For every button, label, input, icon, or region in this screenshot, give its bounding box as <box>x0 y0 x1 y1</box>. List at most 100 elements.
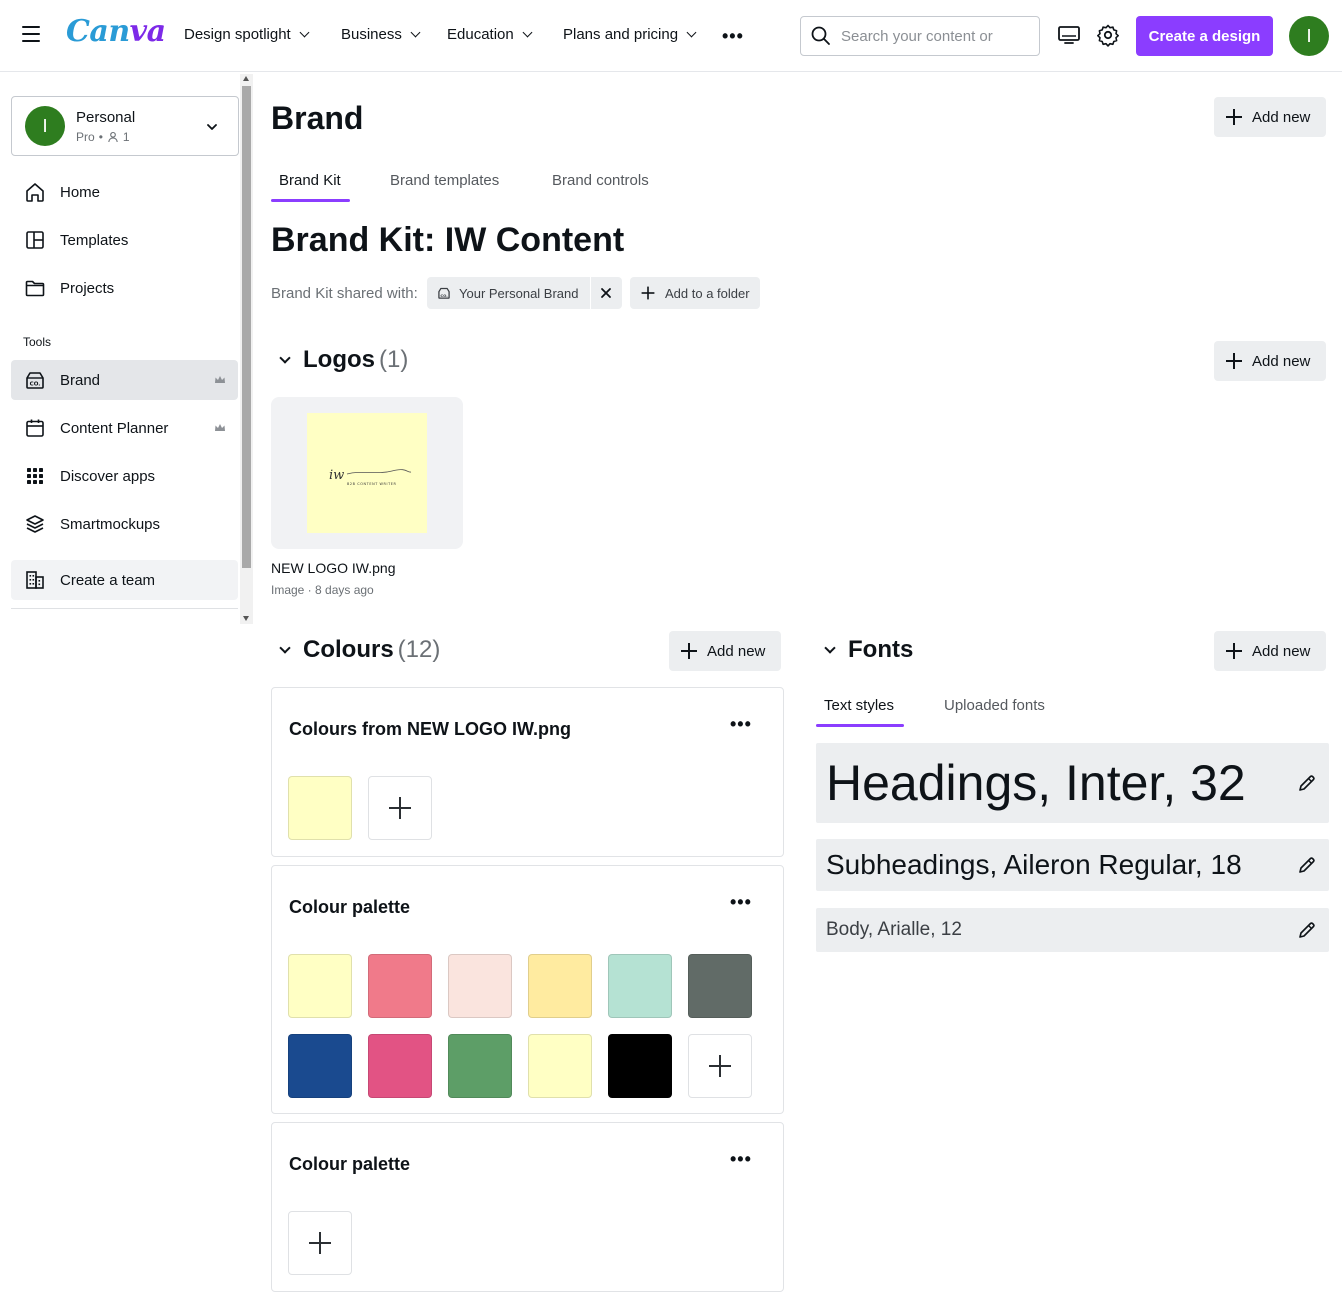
more-options-button[interactable]: ••• <box>730 1149 752 1170</box>
desktop-app-icon[interactable] <box>1056 22 1082 48</box>
chevron-down-icon <box>686 27 697 38</box>
color-swatch[interactable] <box>528 954 592 1018</box>
color-swatch[interactable] <box>448 1034 512 1098</box>
close-icon[interactable] <box>600 287 612 299</box>
shared-with-label: Brand Kit shared with: <box>271 285 418 302</box>
scroll-up-arrow-icon[interactable] <box>243 76 249 81</box>
sidebar-item-label: Content Planner <box>60 419 169 437</box>
team-avatar: I <box>25 106 65 146</box>
nav-business[interactable]: Business <box>341 26 421 43</box>
tab-brand-kit[interactable]: Brand Kit <box>279 172 341 189</box>
sidebar-item-brand[interactable]: CO. Brand <box>11 360 238 400</box>
chevron-down-icon <box>410 27 421 38</box>
sidebar-item-label: Discover apps <box>60 467 156 485</box>
add-to-folder-button[interactable]: Add to a folder <box>630 277 760 309</box>
settings-gear-icon[interactable] <box>1095 22 1121 48</box>
sidebar-item-home[interactable]: Home <box>11 172 238 212</box>
color-swatch[interactable] <box>608 1034 672 1098</box>
color-swatch[interactable] <box>288 1034 352 1098</box>
pencil-icon[interactable] <box>1297 920 1317 940</box>
sidebar-item-content-planner[interactable]: Content Planner <box>11 408 238 448</box>
tab-brand-templates[interactable]: Brand templates <box>390 172 499 189</box>
tab-uploaded-fonts[interactable]: Uploaded fonts <box>944 697 1045 714</box>
pencil-icon[interactable] <box>1297 855 1317 875</box>
logos-section-toggle[interactable]: Logos (1) <box>279 346 408 374</box>
crown-icon <box>215 424 225 431</box>
pencil-icon[interactable] <box>1297 773 1317 793</box>
sidebar-item-templates[interactable]: Templates <box>11 220 238 260</box>
more-options-button[interactable]: ••• <box>730 714 752 735</box>
scrollbar-thumb[interactable] <box>242 86 251 568</box>
palette-title[interactable]: Colour palette <box>289 897 410 918</box>
apps-grid-icon <box>27 468 43 484</box>
meta-separator: • <box>98 130 103 144</box>
fonts-section-toggle[interactable]: Fonts <box>824 636 914 664</box>
calendar-icon <box>26 419 44 437</box>
plus-icon <box>709 1055 731 1077</box>
add-color-button[interactable] <box>688 1034 752 1098</box>
add-new-logo-button[interactable]: Add new <box>1214 341 1327 381</box>
color-swatch[interactable] <box>688 954 752 1018</box>
color-swatch[interactable] <box>368 954 432 1018</box>
add-new-brand-button[interactable]: Add new <box>1214 97 1327 137</box>
more-nav-button[interactable]: ••• <box>722 26 744 47</box>
sidebar-item-smartmockups[interactable]: Smartmockups <box>11 504 238 544</box>
home-icon <box>26 183 44 202</box>
more-options-button[interactable]: ••• <box>730 892 752 913</box>
add-new-font-button[interactable]: Add new <box>1214 631 1327 671</box>
chip-divider <box>590 277 591 309</box>
user-avatar[interactable]: I <box>1289 16 1329 56</box>
text-style-subheading[interactable]: Subheadings, Aileron Regular, 18 <box>816 839 1329 891</box>
search-box[interactable] <box>800 16 1040 56</box>
colours-section-toggle[interactable]: Colours (12) <box>279 636 441 664</box>
nav-design-spotlight[interactable]: Design spotlight <box>184 26 310 43</box>
sidebar: I Personal Pro • 1 Home Templates Projec… <box>0 72 254 624</box>
add-color-button[interactable] <box>288 1211 352 1275</box>
page-title: Brand <box>271 100 364 136</box>
text-style-heading[interactable]: Headings, Inter, 32 <box>816 743 1329 823</box>
canva-logo[interactable]: Canva <box>66 14 166 49</box>
palette-title[interactable]: Colours from NEW LOGO IW.png <box>289 719 571 740</box>
color-swatch[interactable] <box>448 954 512 1018</box>
tab-brand-controls[interactable]: Brand controls <box>552 172 649 189</box>
plus-icon <box>389 797 411 819</box>
palette-title[interactable]: Colour palette <box>289 1154 410 1175</box>
team-name: Personal <box>76 109 136 126</box>
top-bar: Canva Design spotlight Business Educatio… <box>0 0 1342 72</box>
create-team-button[interactable]: Create a team <box>11 560 238 600</box>
sidebar-item-projects[interactable]: Projects <box>11 268 238 308</box>
text-style-body[interactable]: Body, Arialle, 12 <box>816 908 1329 952</box>
plus-icon <box>681 643 697 659</box>
chevron-down-icon <box>279 351 291 364</box>
add-color-button[interactable] <box>368 776 432 840</box>
text-style-label: Subheadings, Aileron Regular, 18 <box>826 849 1242 880</box>
colours-count: (12) <box>397 636 441 663</box>
search-input[interactable] <box>841 27 1021 45</box>
fonts-title: Fonts <box>848 636 914 663</box>
team-plan: Pro <box>76 130 95 144</box>
color-swatch[interactable] <box>288 776 352 840</box>
color-swatch[interactable] <box>608 954 672 1018</box>
sidebar-scrollbar[interactable] <box>240 74 253 624</box>
menu-icon[interactable] <box>22 26 40 44</box>
color-swatch[interactable] <box>288 954 352 1018</box>
nav-plans-pricing[interactable]: Plans and pricing <box>563 26 697 43</box>
color-swatch[interactable] <box>368 1034 432 1098</box>
crown-icon <box>215 376 225 383</box>
logo-card[interactable]: iw B2B CONTENT WRITER <box>271 397 463 549</box>
add-new-colour-button[interactable]: Add new <box>669 631 782 671</box>
plus-icon <box>1226 109 1242 125</box>
brand-kit-title[interactable]: Brand Kit: IW Content <box>271 221 624 260</box>
chip-label: Your Personal Brand <box>459 285 579 301</box>
svg-text:CO.: CO. <box>440 293 448 298</box>
shared-brand-chip[interactable]: CO. Your Personal Brand <box>427 277 622 309</box>
sidebar-item-discover-apps[interactable]: Discover apps <box>11 456 238 496</box>
scroll-down-arrow-icon[interactable] <box>243 616 249 621</box>
tab-text-styles[interactable]: Text styles <box>824 697 894 714</box>
team-switcher[interactable]: I Personal Pro • 1 <box>11 96 239 156</box>
sidebar-item-label: Smartmockups <box>60 515 161 533</box>
sidebar-divider <box>11 608 238 609</box>
color-swatch[interactable] <box>528 1034 592 1098</box>
create-design-button[interactable]: Create a design <box>1136 16 1273 56</box>
nav-education[interactable]: Education <box>447 26 533 43</box>
